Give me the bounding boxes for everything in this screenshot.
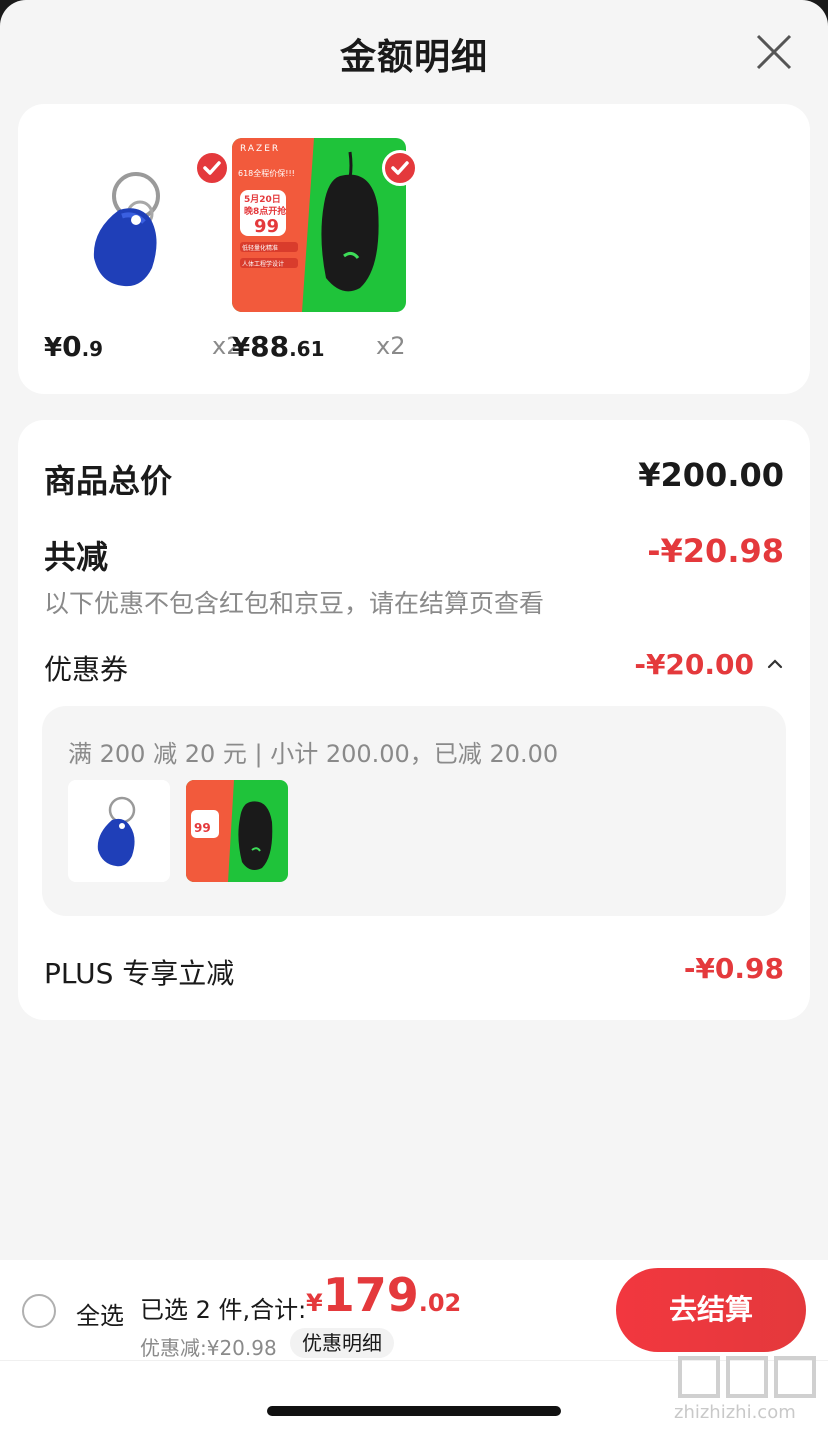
plus-reduce-label: PLUS 专享立减 <box>44 957 235 990</box>
razer-mouse-product-image: RAZER 618全程价保!!! 5月20日 晚8点开抢 99 低轻量化精准 人… <box>232 138 406 312</box>
coupon-detail-text: 满 200 减 20 元 | 小计 200.00，已减 20.00 <box>68 740 559 768</box>
amount-detail-sheet: 金额明细 ¥0.9 x2 RAZER 618全程价保!!! 5月20日 晚8点开… <box>0 0 828 1434</box>
reduce-note: 以下优惠不包含红包和京豆，请在结算页查看 <box>44 589 545 618</box>
promo-price: 99 <box>254 216 280 237</box>
page-title: 金额明细 <box>339 37 488 78</box>
total-reduce-value: -¥20.98 <box>647 532 784 570</box>
product-price: ¥88.61 <box>232 330 325 363</box>
watermark-text: zhizhizhi.com <box>674 1402 796 1423</box>
select-all-radio[interactable] <box>22 1294 56 1328</box>
product-price: ¥0.9 <box>44 330 104 363</box>
total-price-value: ¥200.00 <box>638 456 784 494</box>
price-breakdown-card: 商品总价 ¥200.00 共减 -¥20.98 以下优惠不包含红包和京豆，请在结… <box>18 420 810 1020</box>
checkout-bar: 全选 已选 2 件,合计: ¥179.02 优惠减:¥20.98 优惠明细 去结… <box>0 1260 828 1434</box>
coupon-detail-box: 满 200 减 20 元 | 小计 200.00，已减 20.00 99 <box>42 706 786 916</box>
total-price-label: 商品总价 <box>44 462 173 500</box>
discount-detail-link[interactable]: 优惠明细 <box>290 1328 394 1358</box>
discount-text: 优惠减:¥20.98 <box>140 1336 277 1360</box>
coupon-value: -¥20.00 <box>634 648 754 681</box>
total-amount: ¥179.02 <box>306 1268 462 1322</box>
home-indicator <box>267 1406 561 1416</box>
selected-count-text: 已选 2 件,合计: <box>140 1296 307 1324</box>
keyfob-thumbnail <box>68 780 170 882</box>
sheet-header: 金额明细 <box>0 0 828 104</box>
promo-tag: 人体工程学设计 <box>242 261 285 268</box>
close-icon[interactable] <box>752 30 796 74</box>
watermark: zhizhizhi.com <box>674 1352 824 1432</box>
promo-brand: RAZER <box>240 144 281 154</box>
watermark-logo-icon <box>678 1356 816 1398</box>
promo-line: 618全程价保!!! <box>238 169 295 178</box>
svg-text:99: 99 <box>194 821 211 835</box>
checkout-button[interactable]: 去结算 <box>616 1268 806 1352</box>
product-quantity: x2 <box>376 332 406 360</box>
checked-icon[interactable] <box>194 150 230 186</box>
keyfob-product-image <box>44 138 218 312</box>
plus-reduce-value: -¥0.98 <box>683 952 784 985</box>
promo-tag: 低轻量化精准 <box>242 245 279 252</box>
razer-mouse-thumbnail: 99 <box>186 780 288 882</box>
checked-icon[interactable] <box>382 150 418 186</box>
select-all-label[interactable]: 全选 <box>76 1296 124 1331</box>
chevron-up-icon[interactable] <box>766 658 784 670</box>
product-list-card: ¥0.9 x2 RAZER 618全程价保!!! 5月20日 晚8点开抢 99 … <box>18 104 810 394</box>
total-reduce-label: 共减 <box>44 538 109 576</box>
coupon-label: 优惠券 <box>44 653 129 686</box>
